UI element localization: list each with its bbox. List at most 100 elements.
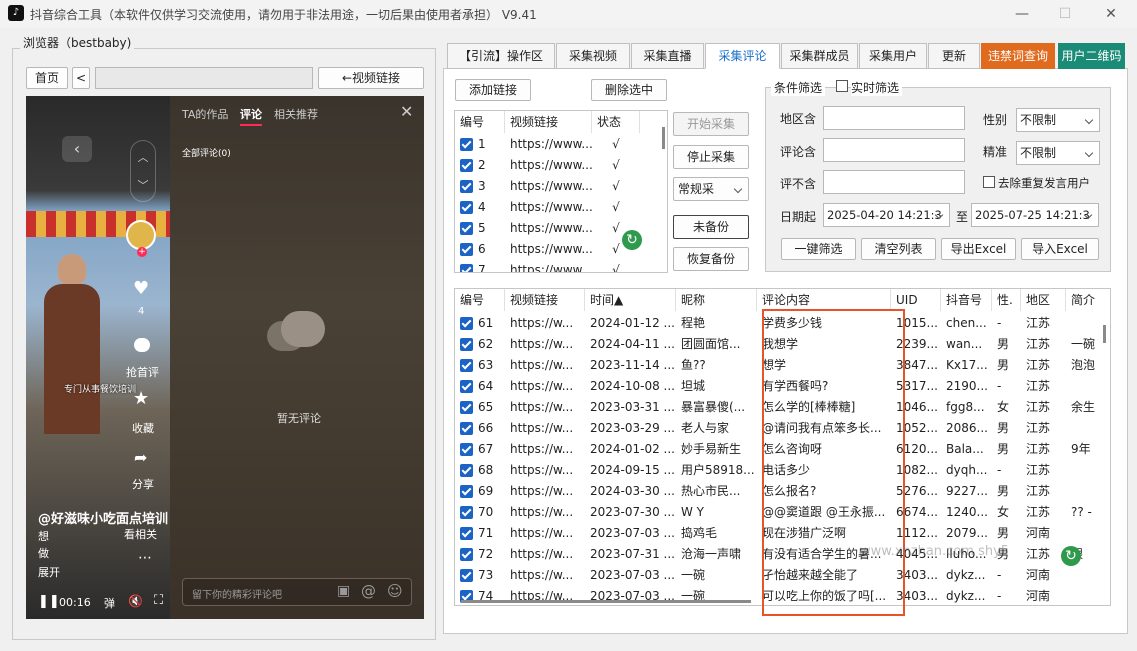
share-label[interactable]: 分享 [132,476,154,492]
date-from-input[interactable]: 2025-04-20 14:21:3 [823,203,950,227]
clear-list-button[interactable]: 清空列表 [861,238,936,260]
grab-first-comment[interactable]: 抢首评 [126,364,159,380]
row-checkbox[interactable] [460,359,473,372]
row-checkbox[interactable] [460,443,473,456]
row-checkbox[interactable] [460,401,473,414]
maximize-button[interactable]: ☐ [1055,4,1075,24]
at-icon[interactable]: @ [361,582,376,600]
comment-input[interactable]: 留下你的精彩评论吧 ▣ @ ☺ [182,578,412,606]
row-checkbox[interactable] [460,506,473,519]
comments-v-scrollbar[interactable] [1103,325,1106,343]
comments-header[interactable]: 视频链接 [505,289,585,311]
tab-6[interactable]: 更新 [928,43,980,69]
row-checkbox[interactable] [460,264,473,272]
row-checkbox[interactable] [460,380,473,393]
row-checkbox[interactable] [460,527,473,540]
row-checkbox[interactable] [460,243,473,256]
gender-select[interactable]: 不限制 [1016,108,1100,132]
author-avatar[interactable] [126,220,156,250]
stop-collect-button[interactable]: 停止采集 [673,145,749,169]
image-icon[interactable]: ▣ [337,583,350,599]
backup-button[interactable]: 未备份 [673,215,749,239]
follow-plus-icon[interactable]: + [137,247,147,257]
like-heart-icon[interactable]: ♥ [133,278,149,299]
export-excel-button[interactable]: 导出Excel [941,238,1016,260]
row-checkbox[interactable] [460,138,473,151]
comment-excludes-input[interactable] [823,170,965,194]
restore-backup-button[interactable]: 恢复备份 [673,247,749,271]
chevron-down-icon[interactable]: ﹀ [131,177,155,193]
comments-header[interactable]: 编号 [455,289,505,311]
comments-header[interactable]: 昵称 [676,289,757,311]
tab-7[interactable]: 违禁词查询 [981,43,1055,69]
refresh-icon-2[interactable]: ↻ [1061,546,1081,566]
home-button[interactable]: 首页 [26,67,68,89]
back-button[interactable]: < [72,67,90,89]
video-link-button[interactable]: ←视频链接 [318,67,424,89]
scroll-nav[interactable]: ︿ ﹀ [130,140,156,202]
comments-header[interactable]: 抖音号 [941,289,992,311]
tab-3[interactable]: 采集评论 [705,43,780,69]
import-excel-button[interactable]: 导入Excel [1021,238,1099,260]
comments-h-scrollbar[interactable] [461,600,751,603]
collect-star-icon[interactable]: ★ [133,388,149,409]
minimize-button[interactable]: — [1012,4,1032,24]
realtime-checkbox[interactable] [836,80,848,92]
expand-link[interactable]: 展开 [38,564,60,580]
tab-8[interactable]: 用户二维码 [1058,43,1125,69]
tab-5[interactable]: 采集用户 [859,43,927,69]
region-input[interactable] [823,106,965,130]
tab-4[interactable]: 采集群成员 [781,43,858,69]
comments-header[interactable]: 简介 [1066,289,1110,311]
row-checkbox[interactable] [460,317,473,330]
comments-header[interactable]: 评论内容 [757,289,891,311]
comments-header[interactable]: UID [891,289,941,311]
collect-label[interactable]: 收藏 [132,420,154,436]
tab-related[interactable]: 相关推荐 [274,106,318,122]
tab-ta-works[interactable]: TA的作品 [182,106,228,122]
close-button[interactable]: ✕ [1101,4,1121,24]
chevron-up-icon[interactable]: ︿ [131,149,155,165]
tab-comments[interactable]: 评论 [240,106,262,122]
comment-contains-input[interactable] [823,138,965,162]
row-checkbox[interactable] [460,485,473,498]
row-checkbox[interactable] [460,159,473,172]
delete-selected-button[interactable]: 删除选中 [591,79,667,101]
speed-icon[interactable]: 弹 [104,595,115,611]
fullscreen-icon[interactable]: ⛶ [154,593,163,608]
refresh-icon[interactable]: ↻ [622,230,642,250]
row-checkbox[interactable] [460,338,473,351]
precise-select[interactable]: 不限制 [1016,141,1100,165]
mute-icon[interactable]: 🔇 [128,594,143,608]
video-player[interactable]: ‹ ︿ ﹀ 专门从事餐饮培训 + ♥ 4 抢首评 ★ 收藏 ➦ 分享 @好滋味小… [26,96,170,619]
add-link-button[interactable]: 添加链接 [455,79,531,101]
link-header[interactable]: 状态 [592,111,640,133]
tab-2[interactable]: 采集直播 [631,43,704,69]
share-arrow-icon[interactable]: ➦ [134,448,147,467]
row-checkbox[interactable] [460,569,473,582]
row-checkbox[interactable] [460,201,473,214]
pause-icon[interactable]: ❚❚ [38,594,60,609]
prev-video-button[interactable]: ‹ [62,136,92,162]
dedupe-checkbox[interactable] [983,176,995,188]
row-checkbox[interactable] [460,464,473,477]
related-label[interactable]: 看相关 [124,526,157,542]
date-to-input[interactable]: 2025-07-25 14:21:3 [971,203,1099,227]
link-header[interactable]: 编号 [455,111,505,133]
row-checkbox[interactable] [460,422,473,435]
row-checkbox[interactable] [460,548,473,561]
comments-header[interactable]: 地区 [1021,289,1066,311]
mode-select[interactable]: 常规采 [673,177,749,201]
close-panel-icon[interactable]: ✕ [400,102,413,121]
more-icon[interactable]: ⋯ [138,550,152,566]
tab-1[interactable]: 采集视频 [556,43,630,69]
link-header[interactable]: 视频链接 [505,111,592,133]
video-author[interactable]: @好滋味小吃面点培训 [38,508,170,527]
emoji-icon[interactable]: ☺ [387,582,403,600]
comments-header[interactable]: 时间▲ [585,289,676,311]
tab-0[interactable]: 【引流】操作区 [447,43,555,69]
comments-header[interactable]: 性. [992,289,1021,311]
row-checkbox[interactable] [460,222,473,235]
row-checkbox[interactable] [460,180,473,193]
one-click-filter-button[interactable]: 一键筛选 [781,238,856,260]
